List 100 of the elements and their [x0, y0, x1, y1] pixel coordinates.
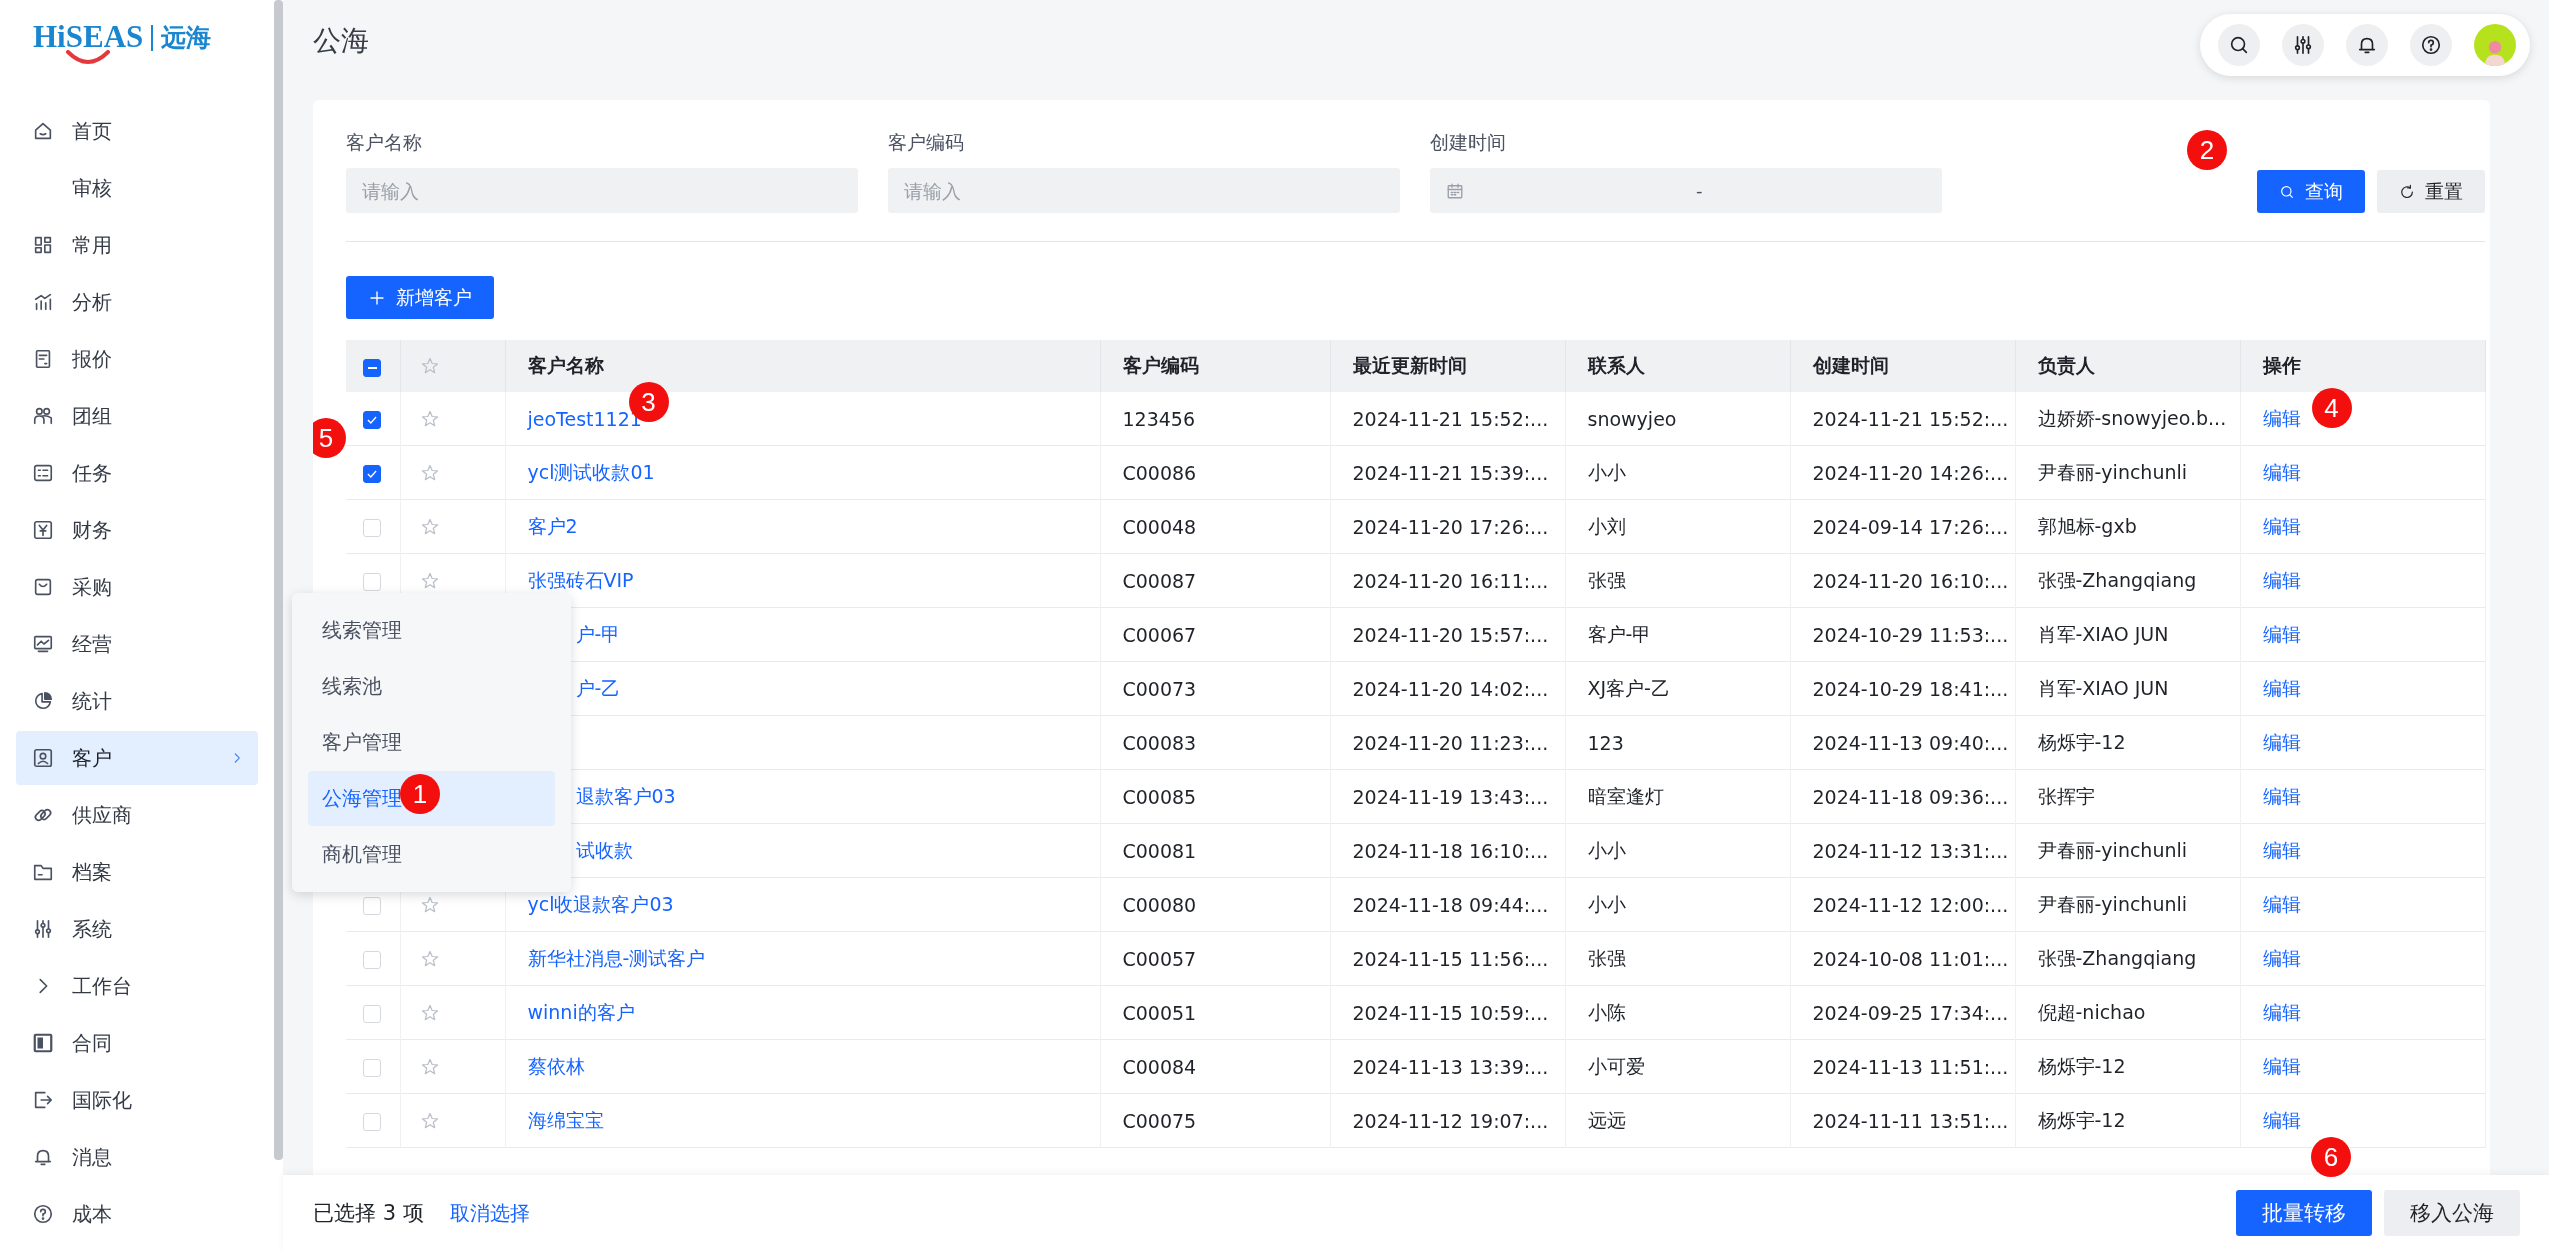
edit-link[interactable]: 编辑	[2262, 676, 2301, 699]
table-cell: C00083	[1122, 731, 1197, 754]
row-checkbox[interactable]	[363, 465, 381, 483]
sidebar-item[interactable]: 分析	[16, 275, 258, 329]
table-cell: 2024-10-08 11:01:...	[1812, 947, 2009, 970]
monitor-icon	[32, 633, 54, 655]
edit-link[interactable]: 编辑	[2262, 1108, 2301, 1131]
customer-name-link[interactable]: 试收款	[575, 838, 633, 861]
customer-name-link[interactable]: jeoTest1121	[527, 407, 642, 430]
sidebar-item[interactable]: 经营	[16, 617, 258, 671]
sidebar-item[interactable]: 任务	[16, 446, 258, 500]
column-header: 客户编码	[1100, 340, 1330, 392]
sidebar-item[interactable]: 统计	[16, 674, 258, 728]
input-field[interactable]: 请输入	[346, 168, 858, 213]
table-cell: C00051	[1122, 1001, 1197, 1024]
edit-link[interactable]: 编辑	[2262, 946, 2301, 969]
column-header: 负责人	[2015, 340, 2240, 392]
sidebar-item[interactable]: 首页	[16, 104, 258, 158]
sidebar-item[interactable]: 合同	[16, 1016, 258, 1070]
star-icon	[419, 948, 440, 969]
customer-name-link[interactable]: 蔡依林	[527, 1054, 585, 1077]
step-badge: 2	[2187, 130, 2227, 170]
customer-name-link[interactable]: 张强砖石VIP	[527, 568, 634, 591]
edit-link[interactable]: 编辑	[2262, 514, 2301, 537]
table-cell: C00073	[1122, 677, 1197, 700]
customer-name-link[interactable]: winni的客户	[527, 1000, 635, 1023]
sidebar-item[interactable]: 审核	[16, 161, 258, 215]
grid-icon	[32, 234, 54, 256]
table-cell: 2024-11-20 11:23:...	[1352, 731, 1549, 754]
sidebar-item[interactable]: 成本	[16, 1187, 258, 1241]
edit-link[interactable]: 编辑	[2262, 838, 2301, 861]
settings-button[interactable]	[2282, 24, 2324, 66]
notifications-button[interactable]	[2346, 24, 2388, 66]
date-range-field[interactable]: -	[1430, 168, 1942, 213]
submenu-item[interactable]: 线索管理	[308, 603, 555, 658]
smile-icon	[65, 50, 112, 64]
sidebar-item[interactable]: 财务	[16, 503, 258, 557]
customer-name-link[interactable]: 海绵宝宝	[527, 1108, 604, 1131]
table-cell: 2024-11-19 13:43:...	[1352, 785, 1549, 808]
clear-selection-link[interactable]: 取消选择	[449, 1199, 530, 1227]
sidebar-item[interactable]: 采购	[16, 560, 258, 614]
table-cell: 2024-11-12 19:07:...	[1352, 1109, 1549, 1132]
field-label: 创建时间	[1430, 130, 1507, 155]
table-cell: 2024-11-18 16:10:...	[1352, 839, 1549, 862]
sidebar-item[interactable]: 报价	[16, 332, 258, 386]
customer-name-link[interactable]: 新华社消息-测试客户	[527, 946, 706, 969]
select-all-checkbox[interactable]	[363, 358, 381, 377]
sidebar-item[interactable]: 国际化	[16, 1073, 258, 1127]
edit-link[interactable]: 编辑	[2262, 406, 2301, 429]
table-cell: 客户-甲	[1587, 622, 1652, 645]
edit-link[interactable]: 编辑	[2262, 784, 2301, 807]
submenu-item[interactable]: 商机管理	[308, 827, 555, 882]
sidebar-item[interactable]: 常用	[16, 218, 258, 272]
sidebar-item[interactable]: 团组	[16, 389, 258, 443]
date-separator: -	[1696, 180, 1703, 201]
table-cell: 小小	[1587, 838, 1626, 861]
move-button[interactable]: 移入公海	[2384, 1190, 2520, 1236]
id-card-icon	[32, 747, 54, 769]
table-cell: 2024-11-12 13:31:...	[1812, 839, 2009, 862]
row-checkbox[interactable]	[363, 411, 381, 429]
table-cell: C00085	[1122, 785, 1197, 808]
help-icon	[2420, 34, 2442, 56]
star-icon	[419, 570, 440, 591]
search-button[interactable]	[2218, 24, 2260, 66]
edit-link[interactable]: 编辑	[2262, 460, 2301, 483]
sidebar-item[interactable]: 供应商	[16, 788, 258, 842]
sidebar-item[interactable]: 工作台	[16, 959, 258, 1013]
edit-link[interactable]: 编辑	[2262, 730, 2301, 753]
customer-name-link[interactable]: ycl测试收款01	[527, 460, 655, 483]
avatar[interactable]	[2474, 24, 2516, 66]
input-field[interactable]: 请输入	[888, 168, 1400, 213]
sidebar-item[interactable]: 档案	[16, 845, 258, 899]
column-header: 最近更新时间	[1330, 340, 1565, 392]
table-cell: 边娇娇-snowyjeo.b...	[2037, 406, 2227, 429]
customer-name-link[interactable]: ycl收退款客户03	[527, 892, 674, 915]
page-title: 公海	[313, 23, 369, 59]
customer-name-link[interactable]: 客户2	[527, 514, 578, 537]
customer-name-link[interactable]: 户-甲	[575, 622, 621, 645]
help-button[interactable]	[2410, 24, 2452, 66]
star-icon	[419, 1056, 440, 1077]
submenu-item[interactable]: 客户管理	[308, 715, 555, 770]
table-cell: 小刘	[1587, 514, 1626, 537]
edit-link[interactable]: 编辑	[2262, 892, 2301, 915]
edit-link[interactable]: 编辑	[2262, 1054, 2301, 1077]
sidebar-item[interactable]: 系统	[16, 902, 258, 956]
add-customer-button[interactable]: 新增客户	[346, 276, 494, 319]
customer-name-link[interactable]: 户-乙	[575, 676, 621, 699]
edit-link[interactable]: 编辑	[2262, 622, 2301, 645]
customer-name-link[interactable]: 退款客户03	[575, 784, 676, 807]
sidebar-item[interactable]: 消息	[16, 1130, 258, 1184]
sidebar-item[interactable]: 客户	[16, 731, 258, 785]
reset-button[interactable]: 重置	[2377, 170, 2485, 213]
edit-link[interactable]: 编辑	[2262, 1000, 2301, 1023]
table-cell: 2024-11-20 16:11:...	[1352, 569, 1549, 592]
edit-link[interactable]: 编辑	[2262, 568, 2301, 591]
table-cell: 2024-11-12 12:00:...	[1812, 893, 2009, 916]
submenu-item[interactable]: 线索池	[308, 659, 555, 714]
submenu-item[interactable]: 公海管理 1	[308, 771, 555, 826]
table-cell: 2024-11-15 11:56:...	[1352, 947, 1549, 970]
table-cell: 尹春丽-yinchunli	[2037, 892, 2188, 915]
